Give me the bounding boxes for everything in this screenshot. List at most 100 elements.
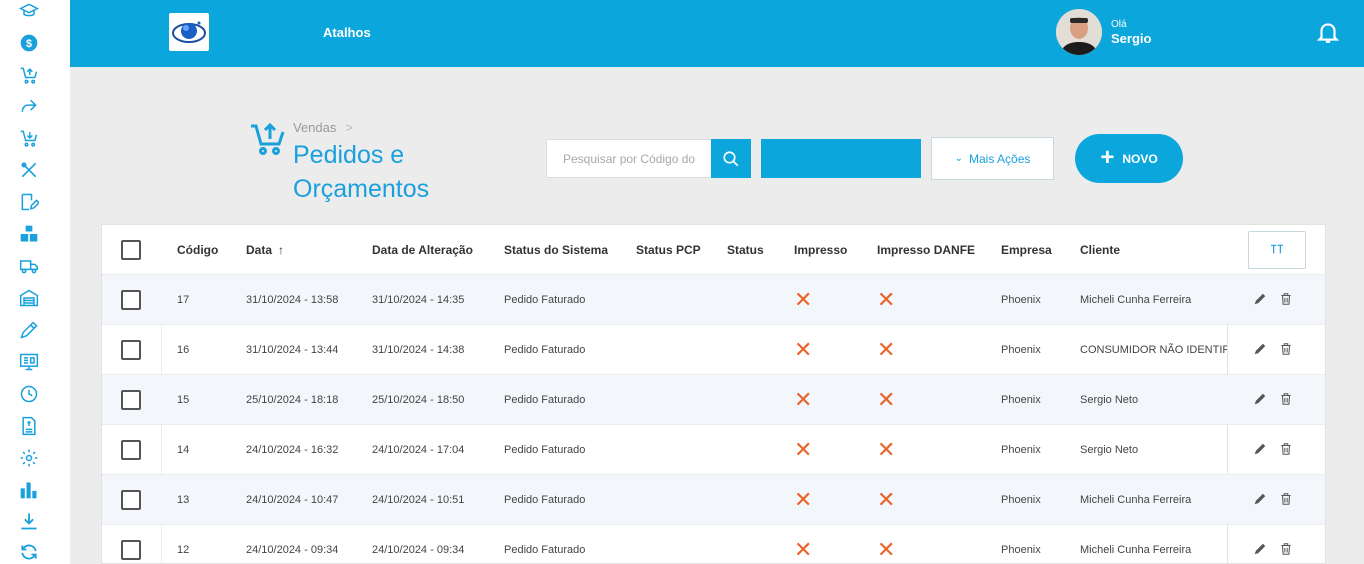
x-mark-icon: ✕ <box>877 487 896 512</box>
sort-arrow-icon: ↑ <box>278 243 285 257</box>
cell-cliente: Sergio Neto <box>1080 444 1139 456</box>
edit-icon[interactable] <box>1253 542 1267 556</box>
x-mark-icon: ✕ <box>877 437 896 462</box>
cell-impresso: ✕ <box>794 375 812 425</box>
cell-cliente: Micheli Cunha Ferreira <box>1080 494 1192 506</box>
bar-chart-icon[interactable] <box>17 479 41 501</box>
col-status-sistema[interactable]: Status do Sistema <box>504 225 608 275</box>
search-icon <box>723 150 739 166</box>
boxes-icon[interactable] <box>17 223 41 245</box>
cell-empresa: Phoenix <box>1001 294 1041 306</box>
edit-note-icon[interactable] <box>17 191 41 213</box>
table-row[interactable]: 17 31/10/2024 - 13:58 31/10/2024 - 14:35 Pe… <box>102 275 1325 325</box>
col-codigo[interactable]: Código <box>177 225 218 275</box>
avatar[interactable] <box>1056 9 1102 55</box>
trash-icon[interactable] <box>1279 342 1293 356</box>
cell-data-alteracao: 31/10/2024 - 14:35 <box>372 294 465 306</box>
cell-status-sistema: Pedido Faturado <box>504 444 586 456</box>
cell-impresso-danfe: ✕ <box>877 475 895 525</box>
row-checkbox[interactable] <box>121 440 141 460</box>
table-header: Código Data ↑ Data de Alteração Status d… <box>102 225 1325 275</box>
clock-icon[interactable] <box>17 383 41 405</box>
breadcrumb: Vendas > <box>293 120 353 135</box>
x-mark-icon: ✕ <box>794 437 813 462</box>
shortcuts-link[interactable]: Atalhos <box>323 25 371 40</box>
cell-codigo: 16 <box>177 344 190 356</box>
cell-data-alteracao: 24/10/2024 - 09:34 <box>372 544 465 556</box>
cart-up-icon[interactable] <box>17 64 41 86</box>
cell-status-sistema: Pedido Faturado <box>504 494 586 506</box>
cell-impresso: ✕ <box>794 525 812 563</box>
orders-table: Código Data ↑ Data de Alteração Status d… <box>101 224 1326 564</box>
truck-icon[interactable] <box>17 255 41 277</box>
table-row[interactable]: 12 24/10/2024 - 09:34 24/10/2024 - 09:34 Pe… <box>102 525 1325 563</box>
cell-status-sistema: Pedido Faturado <box>504 394 586 406</box>
edit-icon[interactable] <box>1253 392 1267 406</box>
bell-icon[interactable] <box>1315 19 1341 45</box>
col-data-alteracao[interactable]: Data de Alteração <box>372 225 473 275</box>
x-mark-icon: ✕ <box>877 537 896 562</box>
table-row[interactable]: 15 25/10/2024 - 18:18 25/10/2024 - 18:50 Pe… <box>102 375 1325 425</box>
trash-icon[interactable] <box>1279 292 1293 306</box>
cell-cliente: Micheli Cunha Ferreira <box>1080 544 1192 556</box>
cell-cliente: CONSUMIDOR NÃO IDENTIFI <box>1080 344 1227 356</box>
col-cliente[interactable]: Cliente <box>1080 225 1120 275</box>
cell-empresa: Phoenix <box>1001 544 1041 556</box>
search-button[interactable] <box>711 139 751 178</box>
row-checkbox[interactable] <box>121 340 141 360</box>
row-checkbox[interactable] <box>121 540 141 560</box>
graduation-cap-icon[interactable] <box>17 0 41 22</box>
cell-impresso: ✕ <box>794 275 812 325</box>
trash-icon[interactable] <box>1279 542 1293 556</box>
new-button[interactable]: + NOVO <box>1075 134 1183 183</box>
trash-icon[interactable] <box>1279 392 1293 406</box>
download-icon[interactable] <box>17 510 41 532</box>
filter-button[interactable] <box>761 139 921 178</box>
col-impresso-danfe[interactable]: Impresso DANFE <box>877 225 975 275</box>
edit-icon[interactable] <box>1253 292 1267 306</box>
trash-icon[interactable] <box>1279 442 1293 456</box>
cell-cliente: Sergio Neto <box>1080 394 1139 406</box>
row-checkbox[interactable] <box>121 390 141 410</box>
col-status[interactable]: Status <box>727 225 764 275</box>
svg-text:$: $ <box>26 38 32 50</box>
cell-impresso: ✕ <box>794 325 812 375</box>
cell-status-sistema: Pedido Faturado <box>504 294 586 306</box>
edit-icon[interactable] <box>1253 442 1267 456</box>
invoice-icon[interactable] <box>17 415 41 437</box>
row-checkbox[interactable] <box>121 290 141 310</box>
tools-icon[interactable] <box>17 159 41 181</box>
trash-icon[interactable] <box>1279 492 1293 506</box>
x-mark-icon: ✕ <box>794 337 813 362</box>
column-settings-button[interactable] <box>1248 231 1306 269</box>
sidebar: $ <box>0 0 70 564</box>
cart-down-icon[interactable] <box>17 127 41 149</box>
cell-cliente: Micheli Cunha Ferreira <box>1080 294 1192 306</box>
cell-data-alteracao: 25/10/2024 - 18:50 <box>372 394 465 406</box>
breadcrumb-parent[interactable]: Vendas <box>293 120 336 135</box>
row-checkbox[interactable] <box>121 490 141 510</box>
company-logo[interactable] <box>169 13 209 51</box>
table-row[interactable]: 14 24/10/2024 - 16:32 24/10/2024 - 17:04 Pe… <box>102 425 1325 475</box>
monitor-icon[interactable] <box>17 351 41 373</box>
pencil-icon[interactable] <box>17 319 41 341</box>
gear-icon[interactable] <box>17 447 41 469</box>
cell-data: 24/10/2024 - 10:47 <box>246 494 339 506</box>
search-input[interactable] <box>546 139 712 178</box>
col-empresa[interactable]: Empresa <box>1001 225 1052 275</box>
share-icon[interactable] <box>17 95 41 117</box>
edit-icon[interactable] <box>1253 492 1267 506</box>
edit-icon[interactable] <box>1253 342 1267 356</box>
more-actions-button[interactable]: ⌄ Mais Ações <box>931 137 1054 180</box>
col-impresso[interactable]: Impresso <box>794 225 847 275</box>
col-status-pcp[interactable]: Status PCP <box>636 225 701 275</box>
warehouse-icon[interactable] <box>17 287 41 309</box>
col-data[interactable]: Data ↑ <box>246 225 284 275</box>
dollar-icon[interactable]: $ <box>17 32 41 54</box>
select-all-checkbox[interactable] <box>121 240 141 260</box>
table-row[interactable]: 16 31/10/2024 - 13:44 31/10/2024 - 14:38 Pe… <box>102 325 1325 375</box>
cell-impresso-danfe: ✕ <box>877 325 895 375</box>
sync-icon[interactable] <box>17 541 41 563</box>
table-row[interactable]: 13 24/10/2024 - 10:47 24/10/2024 - 10:51 Pe… <box>102 475 1325 525</box>
cell-codigo: 12 <box>177 544 190 556</box>
